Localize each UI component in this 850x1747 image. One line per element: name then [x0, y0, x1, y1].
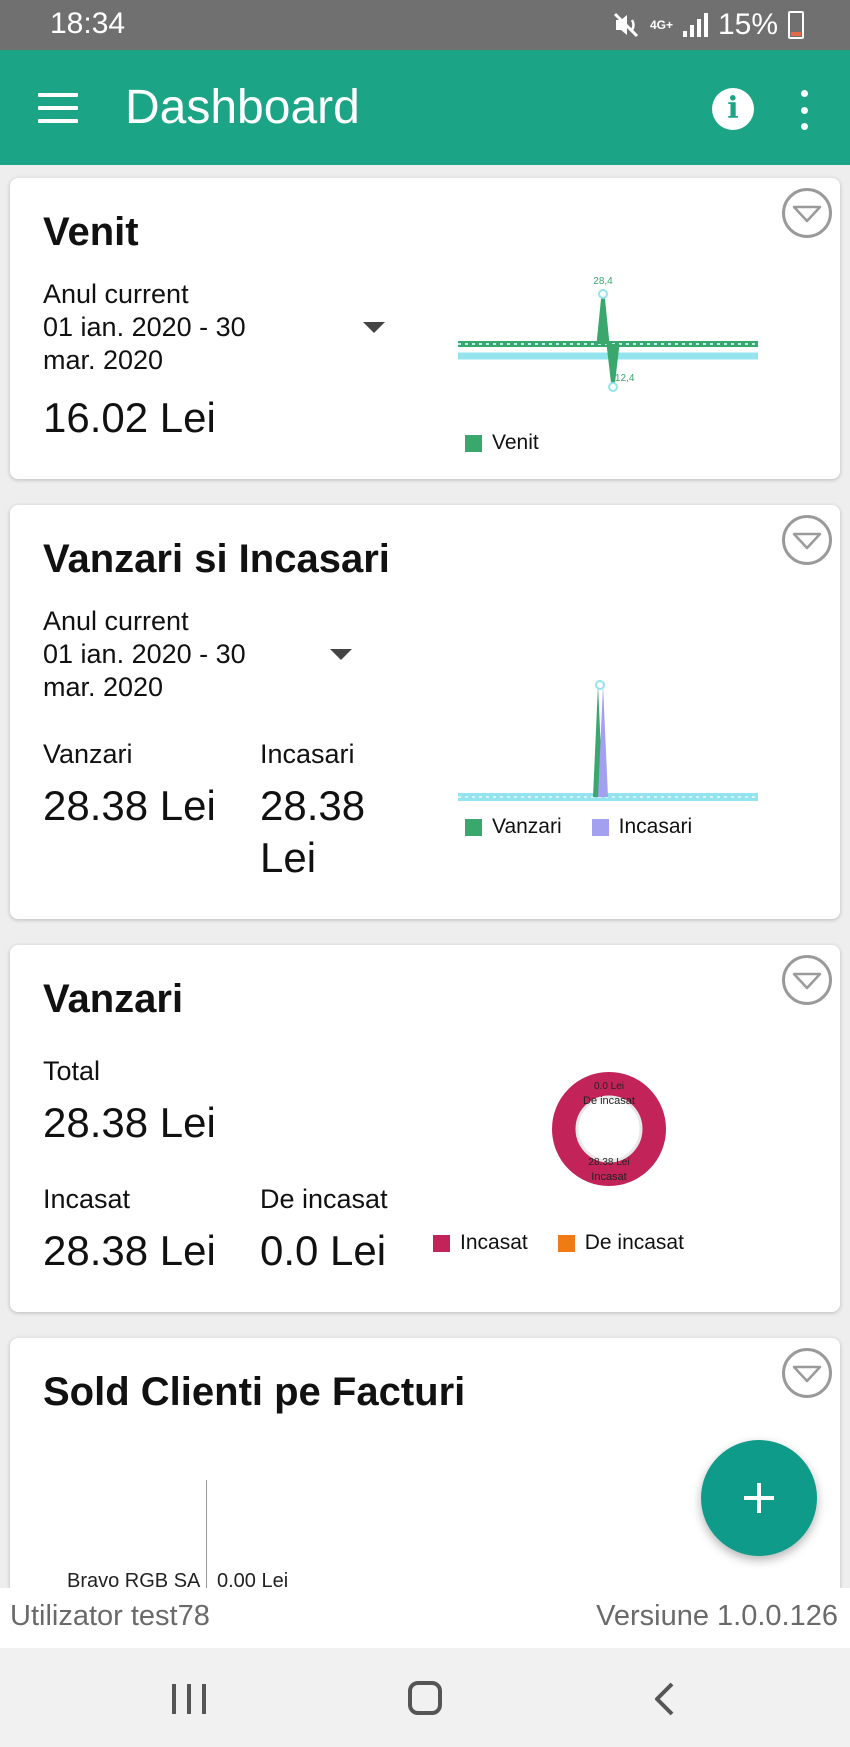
vanzari-label: Vanzari [43, 739, 133, 769]
total-label: Total [43, 1056, 101, 1086]
legend-label: Vanzari [492, 815, 562, 838]
vanzari-card: Vanzari Total 28.38 Lei Incasat 28.38 Le… [10, 945, 840, 1312]
collapse-icon[interactable] [782, 955, 832, 1005]
legend-item-vanzari: Vanzari [465, 815, 562, 839]
de-incasat-label: De incasat [260, 1184, 388, 1214]
footer-user: Utilizator test78 [10, 1600, 210, 1632]
vanzari-incasari-legend: Vanzari Incasari [465, 815, 710, 839]
page-title: Dashboard [125, 81, 360, 134]
vanzari-card-title: Vanzari [43, 977, 184, 1021]
legend-label: Venit [492, 431, 539, 454]
total-value: 28.38 Lei [43, 1099, 216, 1146]
period-name[interactable]: Anul current [43, 605, 189, 638]
legend-label: Incasari [618, 815, 693, 838]
vanzari-incasari-line-chart [458, 680, 758, 801]
app-footer: Utilizator test78 Versiune 1.0.0.126 [0, 1588, 850, 1648]
collapse-icon[interactable] [782, 515, 832, 565]
status-icons: 4G+ 15% [612, 8, 804, 42]
venit-peak-label: 28,4 [593, 276, 613, 287]
sold-clienti-card-title: Sold Clienti pe Facturi [43, 1370, 466, 1414]
mute-vibrate-icon [613, 12, 638, 38]
incasat-value: 28.38 Lei [43, 1227, 216, 1274]
venit-line-chart: 28,4 -12,4 [458, 276, 758, 392]
period-range-line1[interactable]: 01 ian. 2020 - 30 [43, 311, 246, 344]
de-incasat-value: 0.0 Lei [260, 1227, 387, 1274]
legend-swatch [433, 1234, 450, 1252]
legend-swatch [465, 434, 482, 452]
signal-icon [682, 13, 708, 37]
battery-percent: 15% [717, 8, 778, 41]
period-range-line2[interactable]: mar. 2020 [43, 671, 163, 704]
vanzari-value: 28.38 Lei [43, 782, 216, 829]
vanzari-incasari-card: Vanzari si Incasari Anul current 01 ian.… [10, 505, 840, 919]
venit-dip-point [608, 382, 618, 392]
incasat-label: Incasat [43, 1184, 131, 1214]
venit-amount: 16.02 Lei [43, 394, 216, 441]
legend-label: De incasat [584, 1231, 684, 1254]
donut-top-label: De incasat [583, 1095, 635, 1107]
incasari-label: Incasari [260, 739, 355, 769]
add-fab-button[interactable] [701, 1440, 817, 1556]
vi-peak-point [595, 680, 605, 690]
status-bar: 18:34 4G+ 15% [0, 0, 850, 50]
collapse-icon[interactable] [782, 1348, 832, 1398]
venit-peak-point [598, 289, 608, 299]
venit-card-title: Venit [43, 210, 139, 254]
collapse-icon[interactable] [782, 188, 832, 238]
legend-item-incasari: Incasari [591, 815, 693, 839]
status-time: 18:34 [50, 7, 126, 40]
donut-bottom-value: 28.38 Lei [588, 1157, 629, 1168]
period-dropdown-arrow-icon[interactable] [330, 649, 352, 660]
legend-item-venit: Venit [465, 431, 539, 455]
recent-apps-icon[interactable] [172, 1684, 206, 1714]
vanzari-donut-chart: 0.0 Lei De incasat 28.38 Lei Incasat [552, 1072, 666, 1186]
network-type-label: 4G+ [649, 18, 673, 32]
legend-swatch [557, 1234, 575, 1252]
legend-item-incasat: Incasat [433, 1231, 528, 1255]
period-name[interactable]: Anul current [43, 278, 189, 311]
battery-icon [788, 11, 804, 39]
vanzari-legend: Incasat De incasat [433, 1231, 702, 1255]
venit-dip-label: -12,4 [612, 373, 635, 384]
back-icon[interactable] [652, 1681, 676, 1717]
legend-label: Incasat [460, 1231, 528, 1254]
footer-version: Versiune 1.0.0.126 [596, 1600, 838, 1632]
legend-swatch [465, 818, 482, 836]
info-icon[interactable]: i [712, 88, 754, 130]
venit-card: Venit Anul current 01 ian. 2020 - 30 mar… [10, 178, 840, 479]
legend-swatch [591, 818, 609, 836]
incasari-value-line1: 28.38 [260, 782, 366, 829]
incasari-value-line2: Lei [260, 834, 317, 881]
system-nav-bar [0, 1648, 850, 1747]
period-dropdown-arrow-icon[interactable] [363, 322, 385, 333]
more-options-icon[interactable] [795, 90, 813, 130]
menu-icon[interactable] [38, 93, 78, 123]
home-icon[interactable] [408, 1681, 442, 1715]
donut-bottom-label: Incasat [591, 1171, 626, 1183]
legend-item-de-incasat: De incasat [557, 1231, 684, 1255]
period-range-line1[interactable]: 01 ian. 2020 - 30 [43, 638, 246, 671]
venit-legend: Venit [465, 431, 557, 455]
donut-top-value: 0.0 Lei [594, 1081, 624, 1092]
period-range-line2[interactable]: mar. 2020 [43, 344, 163, 377]
vanzari-incasari-card-title: Vanzari si Incasari [43, 537, 390, 581]
app-bar: Dashboard i [0, 50, 850, 165]
